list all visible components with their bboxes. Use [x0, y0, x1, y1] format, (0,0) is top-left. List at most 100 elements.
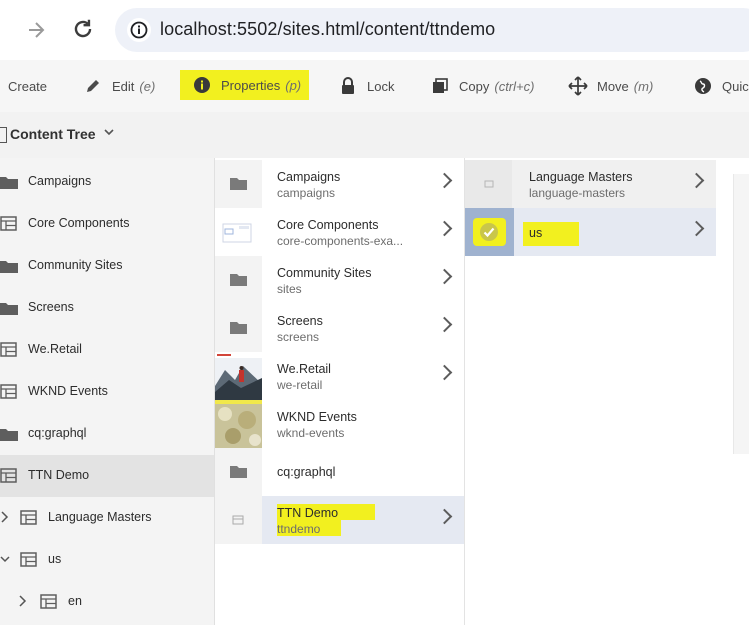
tree-item-language-masters[interactable]: Language Masters — [0, 497, 214, 539]
we-retail-thumbnail — [215, 352, 262, 400]
tree-item-we-retail[interactable]: We.Retail — [0, 329, 214, 371]
quick-publish-button[interactable]: Quick — [693, 60, 749, 112]
item-title: cq:graphql — [277, 465, 336, 479]
page-thumbnail — [215, 208, 262, 256]
tree-item-screens[interactable]: Screens — [0, 287, 214, 329]
address-bar[interactable]: localhost:5502/sites.html/content/ttndem… — [115, 8, 749, 52]
column-item-ttn-demo[interactable]: TTN Demo ttndemo — [215, 496, 464, 544]
forward-icon[interactable] — [24, 18, 48, 42]
properties-shortcut: (p) — [285, 77, 302, 93]
page-icon — [215, 496, 262, 544]
item-title: us — [529, 226, 543, 240]
tree-item-label: us — [48, 552, 62, 566]
chevron-down-icon[interactable] — [104, 126, 114, 140]
item-name: wknd-events — [277, 426, 345, 440]
column-item-language-masters[interactable]: Language Masters language-masters — [465, 160, 716, 208]
tree-item-en[interactable]: en — [0, 581, 214, 623]
item-name: screens — [277, 330, 320, 344]
globe-icon — [693, 76, 713, 96]
move-button[interactable]: Move (m) — [568, 60, 653, 112]
properties-button[interactable]: Properties (p) — [180, 70, 310, 100]
rail-icon — [0, 127, 7, 143]
item-name: we-retail — [277, 378, 323, 392]
tree-item-campaigns[interactable]: Campaigns — [0, 161, 214, 203]
column-item-we-retail[interactable]: We.Retail we-retail — [215, 352, 464, 400]
folder-icon — [0, 426, 18, 445]
content-tree-header[interactable]: Content Tree — [0, 112, 749, 158]
create-label: Create — [8, 78, 48, 94]
chevron-right-icon[interactable] — [688, 220, 705, 237]
page-icon — [20, 510, 38, 529]
edit-button[interactable]: Edit (e) — [83, 60, 155, 112]
wknd-thumbnail — [215, 400, 262, 448]
tree-item-label: We.Retail — [28, 342, 82, 356]
page-icon — [465, 160, 512, 208]
column-item-screens[interactable]: Screens screens — [215, 304, 464, 352]
move-icon — [568, 76, 588, 96]
chevron-right-icon[interactable] — [436, 364, 453, 381]
create-button[interactable]: Create — [8, 60, 47, 112]
item-title: Screens — [277, 314, 323, 328]
chevron-right-icon[interactable] — [436, 268, 453, 285]
page-icon — [0, 342, 18, 361]
tree-item-label: TTN Demo — [28, 468, 90, 482]
tree-item-label: Screens — [28, 300, 74, 314]
column-view-ttndemo: Language Masters language-masters us — [465, 158, 716, 625]
tree-item-label: Language Masters — [48, 510, 152, 524]
tree-item-label: Core Components — [28, 216, 130, 230]
lock-label: Lock — [367, 78, 395, 94]
chevron-right-icon[interactable] — [436, 172, 453, 189]
tree-item-label: Community Sites — [28, 258, 123, 272]
lock-icon — [338, 76, 358, 96]
copy-icon — [430, 76, 450, 96]
edit-shortcut: (e) — [139, 78, 156, 94]
pencil-icon — [83, 76, 103, 96]
info-icon — [192, 75, 212, 95]
check-icon — [480, 223, 498, 241]
edit-label: Edit — [112, 78, 135, 94]
column-view-us — [717, 158, 749, 625]
folder-icon — [215, 256, 262, 304]
browser-toolbar: localhost:5502/sites.html/content/ttndem… — [0, 0, 749, 60]
tree-item-ttn-demo[interactable]: TTN Demo — [0, 455, 214, 497]
folder-icon — [215, 448, 262, 496]
tree-item-community-sites[interactable]: Community Sites — [0, 245, 214, 287]
site-info-icon[interactable] — [127, 18, 151, 42]
column-item-community-sites[interactable]: Community Sites sites — [215, 256, 464, 304]
folder-icon — [0, 174, 18, 193]
quick-label: Quick — [722, 78, 749, 94]
column-item-wknd-events[interactable]: WKND Events wknd-events — [215, 400, 464, 448]
item-title: TTN Demo — [277, 506, 339, 520]
item-name: sites — [277, 282, 302, 296]
tree-item-wknd-events[interactable]: WKND Events — [0, 371, 214, 413]
item-title: Core Components — [277, 218, 379, 232]
column-item-us[interactable]: us — [465, 208, 716, 256]
item-title: Campaigns — [277, 170, 341, 184]
item-title: Community Sites — [277, 266, 372, 280]
tree-item-us[interactable]: us — [0, 539, 214, 581]
chevron-down-icon[interactable] — [0, 552, 10, 569]
column-item-cq-graphql[interactable]: cq:graphql — [215, 448, 464, 496]
page-icon — [0, 384, 18, 403]
page-icon — [40, 594, 58, 613]
reload-icon[interactable] — [70, 16, 96, 42]
page-icon — [0, 216, 18, 235]
select-checkbox[interactable] — [465, 208, 514, 256]
chevron-right-icon[interactable] — [688, 172, 705, 189]
column-item-campaigns[interactable]: Campaigns campaigns — [215, 160, 464, 208]
item-title: Language Masters — [529, 170, 633, 184]
copy-button[interactable]: Copy (ctrl+c) — [430, 60, 534, 112]
folder-icon — [215, 160, 262, 208]
tree-item-cq-graphql[interactable]: cq:graphql — [0, 413, 214, 455]
folder-icon — [0, 258, 18, 277]
chevron-right-icon[interactable] — [0, 510, 10, 527]
chevron-right-icon[interactable] — [436, 220, 453, 237]
url-text[interactable]: localhost:5502/sites.html/content/ttndem… — [160, 19, 495, 40]
chevron-right-icon[interactable] — [436, 316, 453, 333]
tree-item-label: cq:graphql — [28, 426, 87, 440]
lock-button[interactable]: Lock — [338, 60, 394, 112]
chevron-right-icon[interactable] — [436, 508, 453, 525]
tree-item-core-components[interactable]: Core Components — [0, 203, 214, 245]
column-item-core-components[interactable]: Core Components core-components-exa... — [215, 208, 464, 256]
chevron-right-icon[interactable] — [18, 594, 28, 611]
